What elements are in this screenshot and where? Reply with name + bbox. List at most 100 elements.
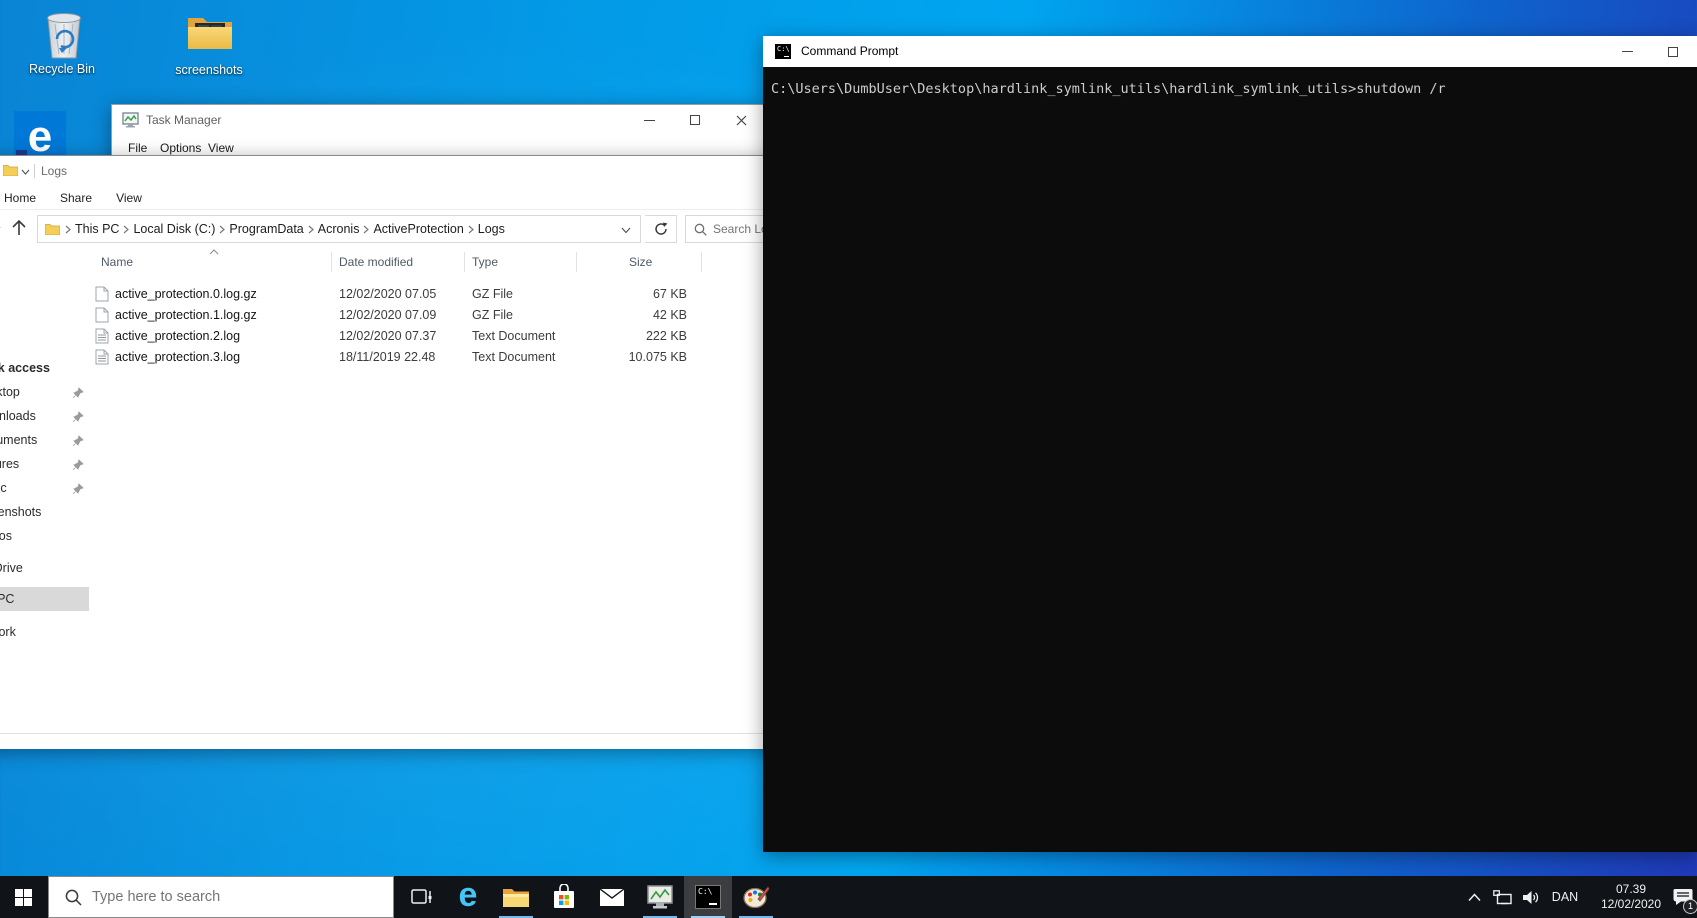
action-center-button[interactable]: 1 xyxy=(1668,876,1697,918)
file-name: active_protection.3.log xyxy=(115,350,240,364)
clock-time: 07.39 xyxy=(1616,882,1646,897)
sidebar-item-downloads[interactable]: Downloads xyxy=(0,409,36,423)
mail-icon xyxy=(599,888,625,907)
recent-locations-icon[interactable] xyxy=(0,226,1,233)
taskbar-search-box[interactable] xyxy=(48,876,394,918)
folder-icon xyxy=(186,11,234,53)
file-list-header: Name Date modified Type Size xyxy=(91,248,711,276)
breadcrumb-this-pc[interactable]: This PC xyxy=(71,222,123,236)
task-view-icon xyxy=(411,888,433,906)
sidebar-item-onedrive[interactable]: OneDrive xyxy=(0,561,23,575)
breadcrumb-local-disk-c[interactable]: Local Disk (C:) xyxy=(129,222,219,236)
breadcrumb-logs[interactable]: Logs xyxy=(474,222,509,236)
search-icon xyxy=(694,223,707,236)
notification-badge: 1 xyxy=(1683,899,1697,914)
tray-network-button[interactable] xyxy=(1488,876,1516,918)
sidebar-item-this-pc[interactable]: This PC xyxy=(0,592,14,606)
recycle-bin-icon xyxy=(41,8,87,62)
menu-options[interactable]: Options xyxy=(160,141,201,155)
file-size: 67 KB xyxy=(531,287,687,301)
taskbar-edge-button[interactable]: e xyxy=(444,876,492,918)
desktop-icon-recycle-bin[interactable]: Recycle Bin xyxy=(19,8,109,62)
command-prompt-icon: C:\ xyxy=(775,44,791,59)
gz-file-icon xyxy=(95,286,109,302)
start-button[interactable] xyxy=(0,876,46,918)
sidebar-item-desktop[interactable]: Desktop xyxy=(0,385,20,399)
console-prompt-line: C:\Users\DumbUser\Desktop\hardlink_symli… xyxy=(771,81,1697,97)
minimize-button[interactable] xyxy=(626,105,672,135)
maximize-button[interactable] xyxy=(672,105,718,135)
taskbar-store-button[interactable] xyxy=(540,876,588,918)
up-arrow-icon[interactable] xyxy=(9,218,29,238)
refresh-icon xyxy=(654,222,668,236)
taskbar-search-input[interactable] xyxy=(92,889,372,905)
sidebar-item-quick-access[interactable]: Quick access xyxy=(0,361,50,375)
folder-icon xyxy=(3,164,18,176)
tab-view[interactable]: View xyxy=(107,186,151,209)
file-type: GZ File xyxy=(472,308,513,322)
tray-clock[interactable]: 07.39 12/02/2020 xyxy=(1590,876,1672,918)
close-button[interactable] xyxy=(718,105,764,135)
table-row[interactable]: active_protection.1.log.gz 12/02/2020 07… xyxy=(91,305,691,326)
taskbar-file-explorer-button[interactable] xyxy=(492,876,540,918)
column-header-date-modified[interactable]: Date modified xyxy=(339,255,413,269)
explorer-window-title: Logs xyxy=(41,164,67,178)
task-manager-titlebar[interactable]: Task Manager xyxy=(112,105,764,135)
breadcrumb-programdata[interactable]: ProgramData xyxy=(225,222,307,236)
sidebar-item-documents[interactable]: Documents xyxy=(0,433,37,447)
menu-file[interactable]: File xyxy=(128,141,147,155)
taskbar: e C:\ xyxy=(0,876,1697,918)
chevron-down-icon[interactable] xyxy=(21,169,30,175)
tab-share[interactable]: Share xyxy=(51,186,101,209)
tray-language-indicator[interactable]: DAN xyxy=(1546,876,1584,918)
taskbar-mail-button[interactable] xyxy=(588,876,636,918)
refresh-button[interactable] xyxy=(645,215,677,243)
command-prompt-titlebar[interactable]: C:\ Command Prompt xyxy=(763,36,1697,67)
text-document-icon xyxy=(95,328,109,344)
command-prompt-window: C:\ Command Prompt C:\Users\DumbUser\Des… xyxy=(763,36,1697,852)
desktop-icon-screenshots[interactable]: screenshots xyxy=(165,11,255,53)
taskbar-paint-button[interactable] xyxy=(732,876,780,918)
address-bar[interactable]: This PC Local Disk (C:) ProgramData Acro… xyxy=(37,215,641,243)
command-prompt-icon: C:\ xyxy=(695,885,721,909)
folder-icon xyxy=(45,223,60,235)
menu-view[interactable]: View xyxy=(208,141,234,155)
divider xyxy=(34,164,35,178)
file-date: 18/11/2019 22.48 xyxy=(339,350,435,364)
breadcrumb-acronis[interactable]: Acronis xyxy=(314,222,364,236)
column-header-name[interactable]: Name xyxy=(101,255,133,269)
tab-home[interactable]: Home xyxy=(0,186,43,209)
sidebar-item-network[interactable]: Network xyxy=(0,625,16,639)
file-date: 12/02/2020 07.09 xyxy=(339,308,436,322)
sidebar-item-screenshots[interactable]: screenshots xyxy=(0,505,41,519)
column-header-type[interactable]: Type xyxy=(472,255,498,269)
maximize-button[interactable] xyxy=(1650,36,1696,67)
windows-logo-icon xyxy=(15,889,32,906)
sidebar-item-videos[interactable]: Videos xyxy=(0,529,12,543)
sidebar-item-pictures[interactable]: Pictures xyxy=(0,457,19,471)
gz-file-icon xyxy=(95,307,109,323)
column-header-size[interactable]: Size xyxy=(629,255,652,269)
minimize-button[interactable] xyxy=(1604,36,1650,67)
table-row[interactable]: active_protection.3.log 18/11/2019 22.48… xyxy=(91,347,691,368)
pin-icon xyxy=(72,435,84,447)
task-view-button[interactable] xyxy=(398,876,446,918)
file-name: active_protection.2.log xyxy=(115,329,240,343)
address-dropdown-icon[interactable] xyxy=(621,227,631,234)
network-icon xyxy=(1493,890,1512,905)
pin-icon xyxy=(72,459,84,471)
tray-volume-button[interactable] xyxy=(1516,876,1546,918)
sidebar-item-music[interactable]: Music xyxy=(0,481,7,495)
speaker-icon xyxy=(1523,890,1540,905)
desktop-icon-label: Recycle Bin xyxy=(7,62,117,76)
taskbar-task-manager-button[interactable] xyxy=(636,876,684,918)
command-prompt-console[interactable]: C:\Users\DumbUser\Desktop\hardlink_symli… xyxy=(763,67,1697,852)
text-document-icon xyxy=(95,349,109,365)
breadcrumb-activeprotection[interactable]: ActiveProtection xyxy=(369,222,467,236)
file-size: 10.075 KB xyxy=(531,350,687,364)
sort-ascending-icon xyxy=(209,249,219,255)
taskbar-command-prompt-button[interactable]: C:\ xyxy=(684,876,732,918)
table-row[interactable]: active_protection.0.log.gz 12/02/2020 07… xyxy=(91,284,691,305)
tray-show-hidden-icons-button[interactable] xyxy=(1460,876,1488,918)
table-row[interactable]: active_protection.2.log 12/02/2020 07.37… xyxy=(91,326,691,347)
